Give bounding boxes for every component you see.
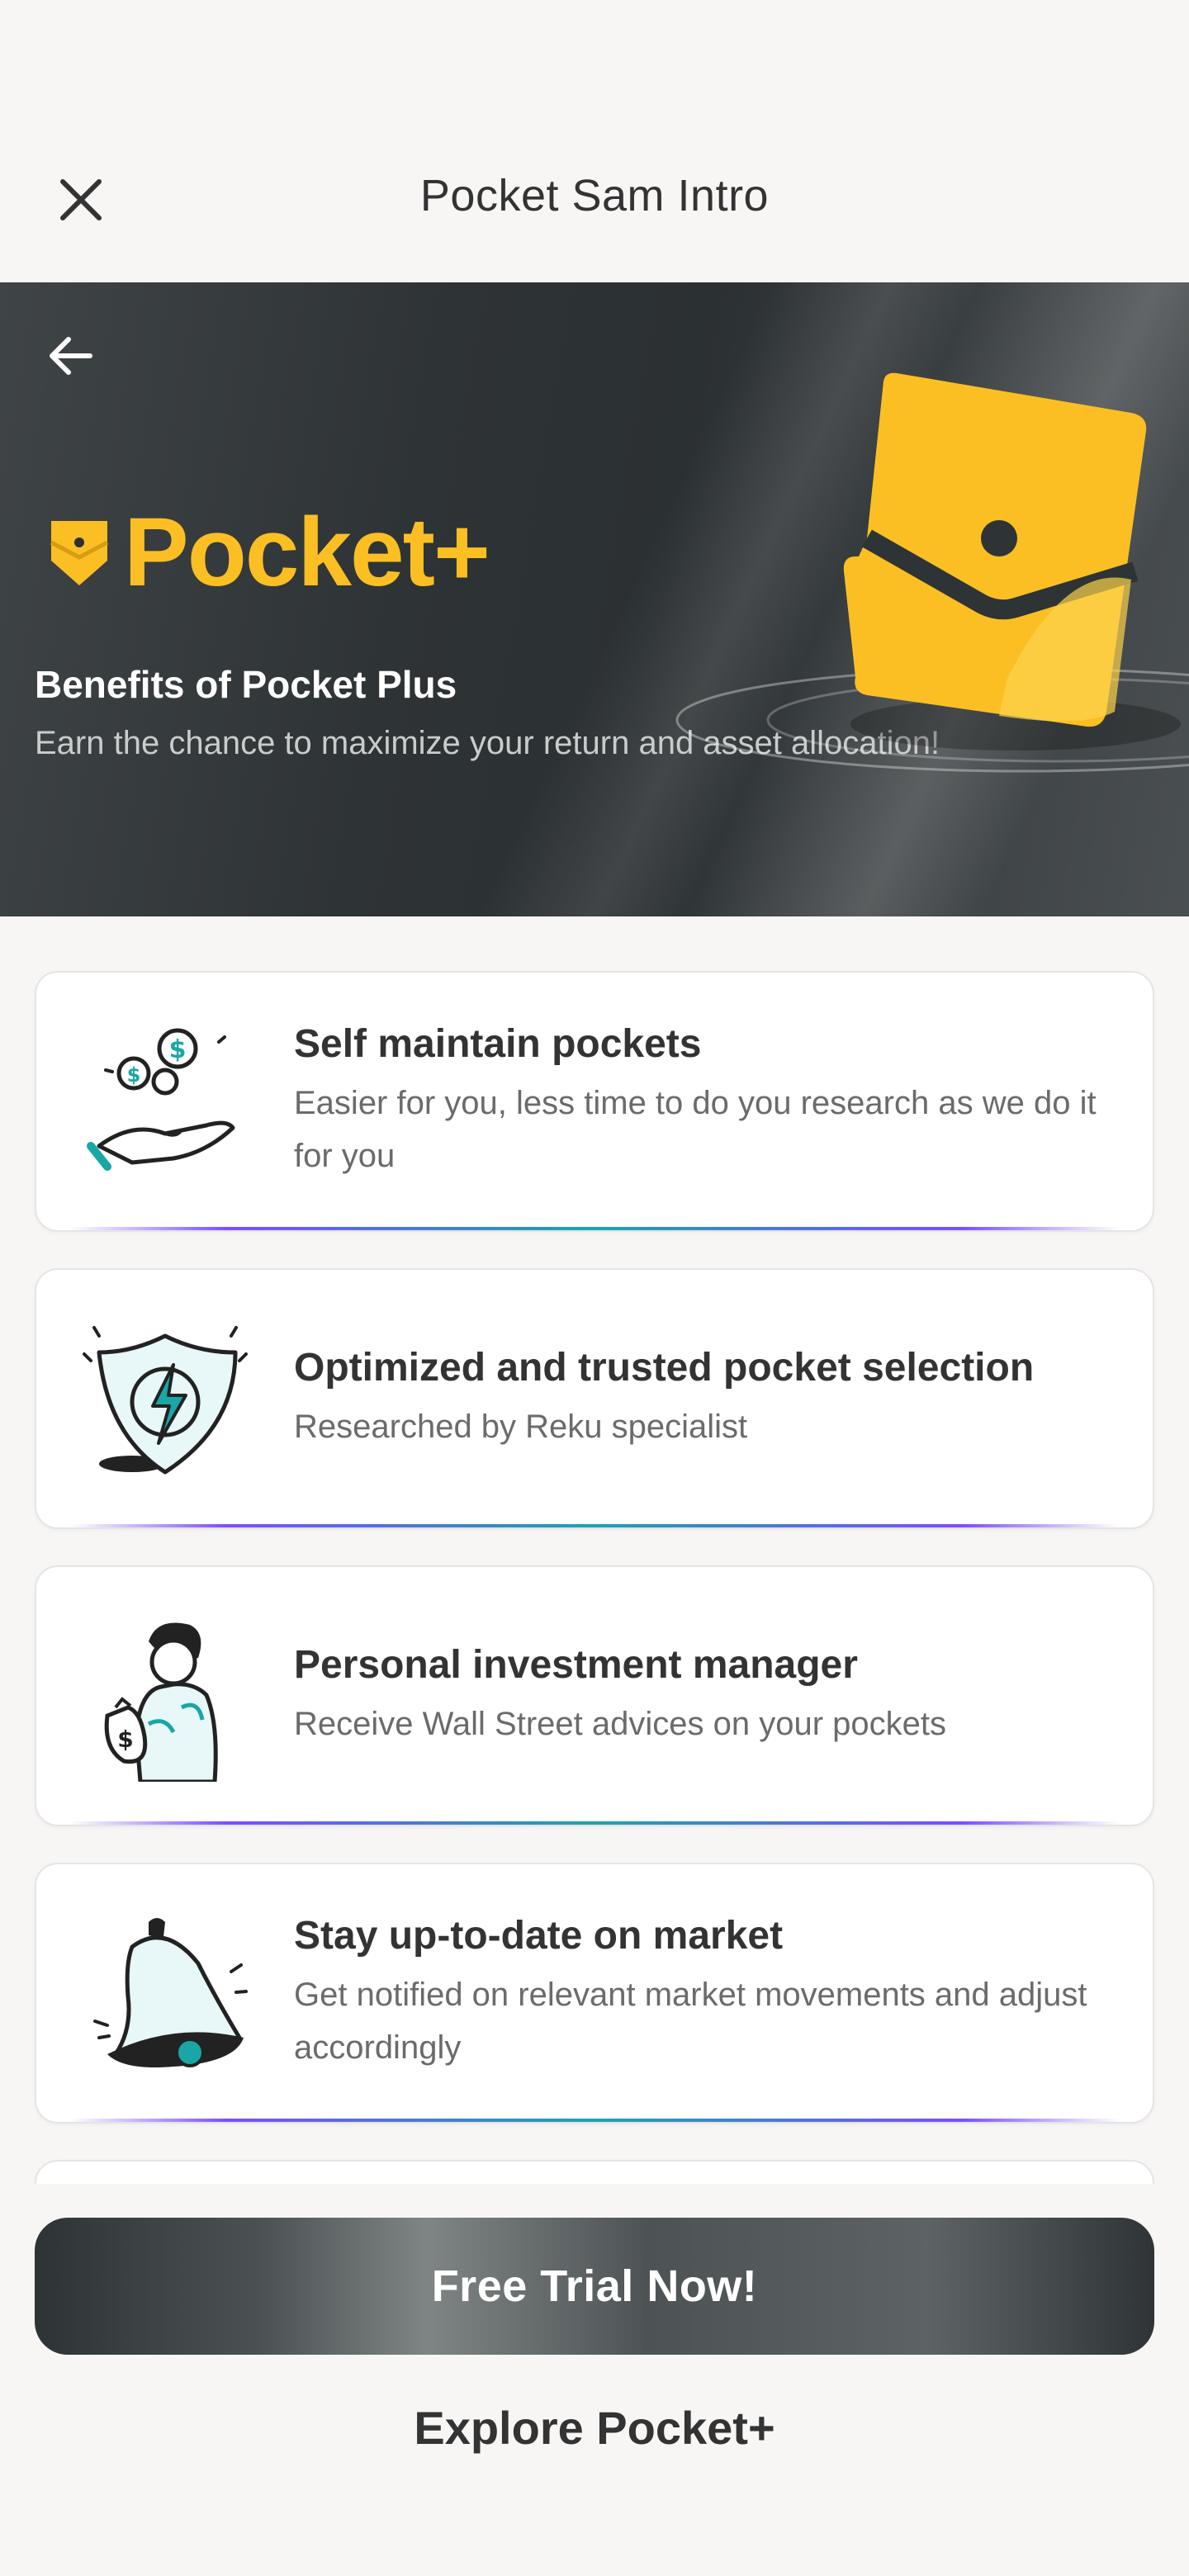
benefit-text: Personal investment manager Receive Wall… (294, 1567, 1103, 1825)
explore-pocket-link[interactable]: Explore Pocket+ (0, 2401, 1189, 2455)
svg-text:$: $ (169, 1035, 187, 1064)
benefit-card: Stay up-to-date on market Get notified o… (35, 1863, 1154, 2124)
arrow-left-icon (50, 337, 92, 375)
benefit-title: Self maintain pockets (294, 1021, 702, 1066)
benefit-description: Researched by Reku specialist (294, 1408, 748, 1445)
benefit-title: Optimized and trusted pocket selection (294, 1345, 1035, 1390)
brand-name: Pocket+ (124, 498, 490, 607)
bell-icon (93, 1918, 248, 2067)
benefit-description: Get notified on relevant market movement… (294, 1976, 1087, 2066)
benefit-card: $ $ Self maintain pockets Easier for you… (35, 971, 1154, 1232)
investment-manager-icon: $ (104, 1622, 218, 1782)
free-trial-button[interactable]: Free Trial Now! (35, 2218, 1154, 2355)
shield-bolt-icon (83, 1326, 248, 1475)
benefit-text: Self maintain pockets Easier for you, le… (294, 973, 1103, 1230)
page-title: Pocket Sam Intro (419, 171, 770, 220)
pocket-illustration (675, 372, 1189, 773)
benefit-card: $ Personal investment manager Receive Wa… (35, 1565, 1154, 1826)
benefit-title: Stay up-to-date on market (294, 1913, 784, 1958)
top-bar: Pocket Sam Intro (0, 0, 1189, 282)
hand-coins-icon: $ $ (87, 1028, 235, 1171)
benefit-card: Optimized and trusted pocket selection R… (35, 1268, 1154, 1529)
hero-title: Benefits of Pocket Plus (35, 663, 457, 706)
pocket-logo-icon (50, 521, 109, 585)
benefit-description: Easier for you, less time to do you rese… (294, 1084, 1097, 1174)
benefit-text: Stay up-to-date on market Get notified o… (294, 1864, 1103, 2122)
svg-text:$: $ (117, 1726, 133, 1753)
back-button[interactable] (33, 319, 107, 393)
benefit-description: Receive Wall Street advices on your pock… (294, 1705, 946, 1742)
brand-logo: Pocket+ (50, 498, 490, 607)
svg-text:$: $ (127, 1063, 141, 1087)
hero-banner: Pocket+ Benefits of Pocket Plus Earn the… (0, 282, 1189, 916)
benefits-list: $ $ Self maintain pockets Easier for you… (0, 916, 1189, 2184)
benefit-title: Personal investment manager (294, 1642, 858, 1687)
benefit-card-partial (35, 2160, 1154, 2184)
benefit-text: Optimized and trusted pocket selection R… (294, 1270, 1103, 1527)
